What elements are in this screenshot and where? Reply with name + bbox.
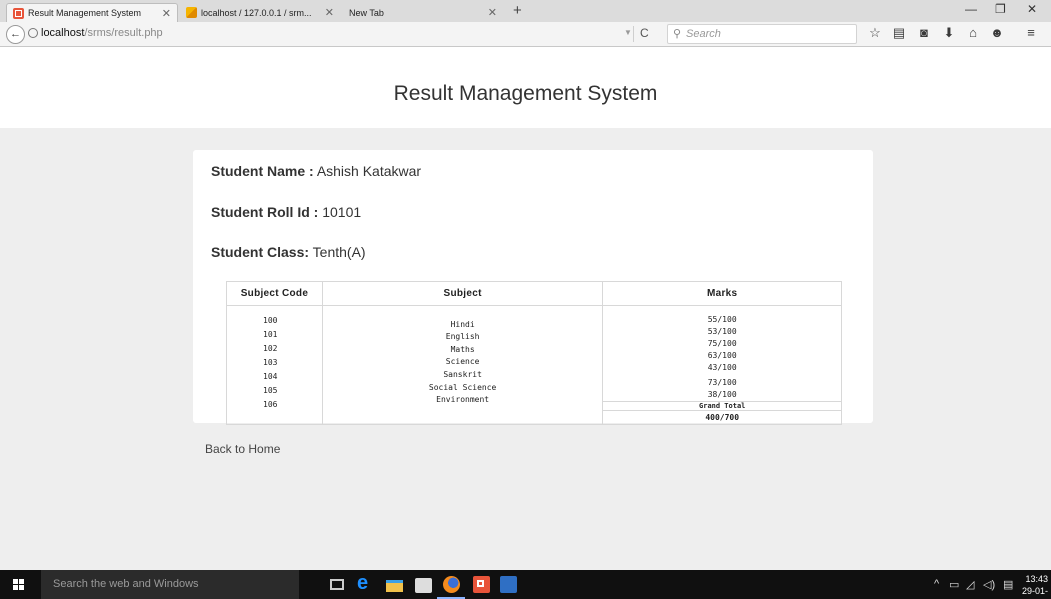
subject-name: Sanskrit [443,370,482,379]
network-icon[interactable]: ◿ [966,578,974,591]
back-arrow-icon[interactable]: ← [6,25,25,44]
back-to-home-link[interactable]: Back to Home [205,442,280,456]
tab-title: New Tab [349,7,384,18]
subject-code: 100 [263,316,278,325]
table-header-row: Subject Code Subject Marks [226,281,842,306]
subject-marks: 63/100 [707,351,737,360]
taskbar-search-placeholder: Search the web and Windows [53,578,199,590]
header-subject: Subject [321,281,604,306]
close-tab-icon[interactable]: ✕ [319,6,334,19]
class-row: Student Class: Tenth(A) [211,244,366,260]
search-input[interactable]: ⚲ Search [667,24,857,44]
subject-marks: 53/100 [707,327,737,336]
window-close-icon[interactable]: ✕ [1027,2,1037,16]
system-clock[interactable]: 13:43 29-01-2018 [1012,573,1048,599]
close-tab-icon[interactable]: ✕ [482,6,497,19]
subject-name: Maths [450,345,475,354]
volume-icon[interactable]: ◁) [983,578,995,591]
grand-total-value: 400/700 [705,413,740,422]
url-dropdown-icon[interactable]: ▼ [624,28,632,37]
battery-icon[interactable]: ▭ [949,578,959,591]
page-title: Result Management System [393,82,658,105]
tab-title: localhost / 127.0.0.1 / srm... [201,7,312,18]
subject-code: 102 [263,344,278,353]
minimize-icon[interactable]: — [965,2,977,16]
windows-start-icon[interactable] [13,579,24,590]
subject-marks: 73/100 [707,378,737,387]
tab-phpmyadmin[interactable]: localhost / 127.0.0.1 / srm... ✕ [180,3,340,22]
file-explorer-icon[interactable] [386,580,403,592]
restore-icon[interactable]: ❐ [995,2,1006,16]
tray-chevron-icon[interactable]: ^ [934,578,939,590]
url-bar[interactable]: localhost/srms/result.php [41,27,163,39]
tab-title: Result Management System [28,8,142,18]
table-row: 100 101 102 103 104 105 106 Hindi Englis… [226,305,842,425]
subject-marks: 38/100 [707,390,737,399]
firefox-icon[interactable] [443,576,460,593]
home-icon[interactable]: ⌂ [965,25,981,40]
subject-name: Hindi [450,320,475,329]
grand-total-label: Grand Total [699,402,746,410]
download-icon[interactable]: ⬇ [941,25,957,41]
student-name-value: Ashish Katakwar [316,163,422,179]
subject-code-cell: 100 101 102 103 104 105 106 [226,305,323,425]
student-name-row: Student Name : Ashish Katakwar [211,163,421,179]
subject-name: Social Science [428,383,497,392]
windows-taskbar: Search the web and Windows e ^ ▭ ◿ ◁) ▤ … [0,570,1051,599]
bookmark-star-icon[interactable]: ☆ [867,25,883,41]
roll-id-label: Student Roll Id : [211,204,319,220]
subject-code: 101 [263,330,278,339]
result-table: Subject Code Subject Marks 100 101 102 1… [226,281,842,425]
subject-marks: 75/100 [707,339,737,348]
new-tab-button[interactable]: + [513,2,522,19]
phpmyadmin-favicon-icon [186,7,197,18]
navigation-toolbar: ← localhost/srms/result.php ▼ C ⚲ Search… [0,22,1051,47]
class-value: Tenth(A) [312,244,366,260]
task-view-icon[interactable] [330,579,344,590]
url-path: /srms/result.php [84,27,163,39]
reload-icon[interactable]: C [640,26,649,40]
subject-name-cell: Hindi English Maths Science Sanskrit Soc… [321,305,604,425]
xampp-icon[interactable] [473,576,490,593]
menu-icon[interactable]: ≡ [1023,25,1039,40]
grand-total-divider [603,410,841,411]
notepad-icon[interactable] [500,576,517,593]
reading-list-icon[interactable]: ▤ [891,25,907,41]
search-placeholder: Search [686,28,721,40]
subject-name: English [445,332,480,341]
taskbar-search-input[interactable]: Search the web and Windows [41,570,299,599]
student-name-label: Student Name : [211,163,314,179]
header-marks: Marks [602,281,842,306]
tab-new-tab[interactable]: New Tab ✕ [343,3,503,22]
marks-cell: 55/100 53/100 75/100 63/100 43/100 73/10… [602,305,842,425]
clock-date: 29-01-2018 [1021,586,1048,599]
chat-icon[interactable]: ☻ [989,25,1005,40]
browser-tab-strip: Result Management System ✕ localhost / 1… [0,0,1051,22]
subject-name: Environment [436,395,490,404]
roll-id-value: 10101 [322,204,362,220]
search-icon: ⚲ [673,28,682,40]
subject-marks: 43/100 [707,363,737,372]
pocket-icon[interactable]: ◙ [916,25,932,40]
store-icon[interactable] [415,578,432,593]
subject-code: 105 [263,386,278,395]
class-label: Student Class: [211,244,310,260]
close-tab-icon[interactable]: ✕ [156,7,171,20]
globe-icon [28,28,38,38]
subject-code: 103 [263,358,278,367]
subject-name: Science [445,357,480,366]
toolbar-divider [633,26,634,42]
subject-code: 106 [263,400,278,409]
rms-favicon-icon [13,7,24,19]
subject-marks: 55/100 [707,315,737,324]
url-host: localhost [41,27,85,39]
tab-result-management[interactable]: Result Management System ✕ [6,3,178,22]
edge-browser-icon[interactable]: e [357,572,374,594]
subject-code: 104 [263,372,278,381]
clock-time: 13:43 [1025,574,1048,584]
roll-id-row: Student Roll Id : 10101 [211,204,361,220]
header-subject-code: Subject Code [226,281,323,306]
